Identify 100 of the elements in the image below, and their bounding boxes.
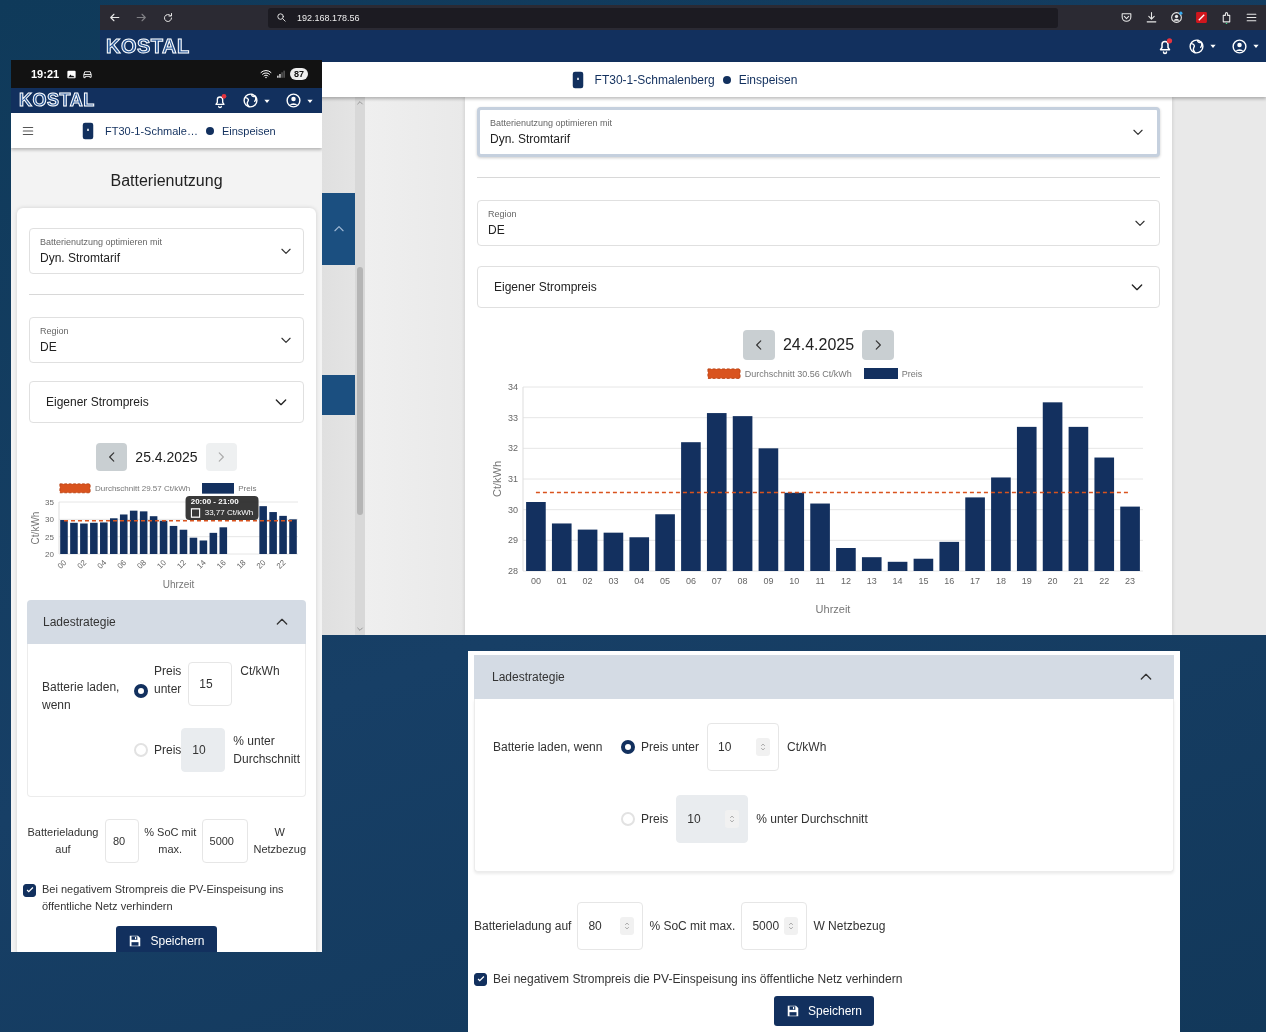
unit-label: W Netzbezug [252,825,308,857]
user-icon [285,92,302,109]
language-button[interactable] [242,92,271,109]
reload-icon[interactable] [162,11,174,24]
expander-header[interactable]: Eigener Strompreis [29,381,304,423]
number-input[interactable]: 10 [707,723,780,771]
axis-tick-label: 19 [1021,576,1032,587]
checkbox-label: Bei negativem Strompreis die PV-Einspeisung ins öffentliche Netz verhindern [493,972,903,986]
number-input[interactable]: 15 [188,661,233,706]
expander-title: Eigener Strompreis [494,280,597,294]
scrollbar[interactable] [355,97,365,635]
field-value: DE [488,223,506,237]
unit-label: % unter Durchschnitt [756,812,868,826]
chart-bar [80,523,88,554]
section-header[interactable]: Ladestrategie [27,599,306,644]
axis-tick-label: 23 [1124,576,1135,587]
legend-label: Preis [238,483,257,493]
spinner-icon [756,738,771,756]
kostal-logo: KOSTAL [106,34,190,58]
axis-tick-label: 10 [788,576,799,587]
chart-bar [551,523,572,572]
car-icon [82,68,94,80]
average-legend-icon [59,483,91,494]
axis-tick-label: 31 [507,474,518,485]
axis-tick-label: 14 [195,557,208,571]
radio-button[interactable] [134,683,148,698]
section-header[interactable]: Ladestrategie [474,655,1174,699]
unit-label: Ct/kWh [240,662,281,680]
option-label: Preis unter [154,662,183,698]
field-label: Batterienutzung optimieren mit [40,237,164,247]
field-value: DE [40,340,58,354]
axis-tick-label: 08 [737,576,748,587]
checkbox[interactable] [23,883,36,897]
condition-label: Batterie laden, wenn [493,740,604,754]
axis-tick-label: 10 [155,557,168,571]
chart-bar [835,548,856,572]
device-name[interactable]: FT30-1-Schmale… [105,124,198,137]
save-button[interactable]: Speichern [116,925,217,952]
number-input[interactable]: 10 [676,795,749,843]
address-bar[interactable]: 192.168.178.56 [268,7,1058,28]
axis-tick-label: 09 [762,576,773,587]
globe-icon [1188,37,1205,55]
download-icon[interactable] [1145,11,1158,24]
axis-tick-label: 22 [1098,576,1109,587]
series-legend-icon [863,368,898,380]
number-input[interactable]: 80 [104,818,139,863]
chart-bar [119,514,128,554]
select-field[interactable]: Batterienutzung optimieren mit Dyn. Stromtarif [29,228,304,274]
axis-tick-label: 13 [866,576,877,587]
chart-bar [129,510,138,554]
user-menu-button[interactable] [285,92,314,109]
average-legend-icon [706,368,741,380]
number-input[interactable]: 5000 [201,818,248,863]
expander-header[interactable]: Eigener Strompreis [477,266,1160,308]
extension-icon[interactable] [1195,11,1208,24]
device-status: Einspeisen [738,72,798,87]
axis-tick-label: 18 [235,557,248,571]
back-arrow-icon[interactable] [108,11,121,24]
chart-bar [279,515,287,554]
axis-tick-label: 21 [1072,576,1083,587]
user-menu-button[interactable] [1231,37,1260,55]
forward-arrow-icon[interactable] [135,11,148,24]
account-icon[interactable] [1170,11,1183,24]
select-field[interactable]: Region DE [29,317,304,363]
number-input[interactable]: 80 [577,902,644,950]
field-label: Region [488,209,518,219]
puzzle-icon[interactable] [1220,11,1233,24]
language-button[interactable] [1188,37,1217,55]
axis-tick-label: 00 [530,576,541,587]
chart-bar [149,515,158,554]
device-name[interactable]: FT30-1-Schmalenberg [594,72,715,87]
field-label: Batterienutzung optimieren mit [490,118,614,128]
number-input[interactable]: 10 [181,727,226,772]
select-field[interactable]: Region DE [477,200,1160,246]
battery-level: 87 [290,68,308,80]
axis-tick-label: 12 [840,576,851,587]
number-input[interactable]: 5000 [741,902,808,950]
globe-icon [242,92,259,109]
axis-tick-label: 05 [659,576,670,587]
radio-button[interactable] [621,740,635,754]
axis-tick-label: 14 [892,576,903,587]
signal-icon [276,69,286,79]
menu-icon[interactable] [1245,11,1258,24]
chart-bar [603,533,623,572]
chart-bar [60,519,68,554]
checkbox[interactable] [474,972,487,986]
legend-label: Durchschnitt 29.57 Ct/kWh [95,483,191,493]
pocket-icon[interactable] [1120,11,1133,24]
page-title: Batterienutzung [109,172,224,190]
axis-tick-label: 07 [711,576,722,587]
save-button[interactable]: Speichern [773,996,874,1026]
legend-label: Preis [901,368,923,379]
select-field[interactable]: Batterienutzung optimieren mit Dyn. Stromtarif [477,107,1160,157]
option-label: Preis [154,741,182,759]
axis-tick-label: 16 [943,576,954,587]
expander-title: Eigener Strompreis [46,395,149,409]
notification-bell-icon[interactable] [212,92,228,109]
chart-bar [259,505,267,554]
axis-tick-label: 20 [1047,576,1058,587]
chart-bar [577,529,597,572]
